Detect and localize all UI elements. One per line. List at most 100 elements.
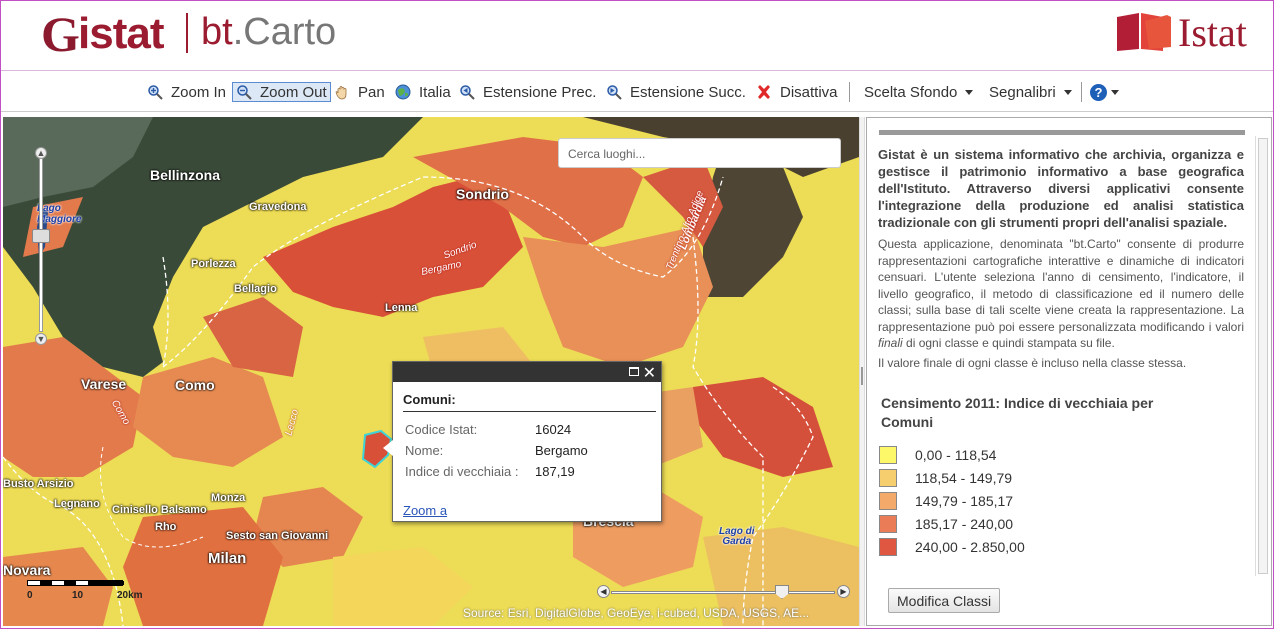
feature-popup: ✕ Comuni: Codice Istat: 16024 Nome: Berg… <box>383 361 662 522</box>
class-note: Il valore finale di ogni classe è inclus… <box>878 356 1187 370</box>
legend-swatch <box>879 492 897 510</box>
legend-label: 185,17 - 240,00 <box>915 516 1014 532</box>
legend-label: 240,00 - 2.850,00 <box>915 539 1025 555</box>
slider-next-icon[interactable]: ▶ <box>837 585 850 598</box>
next-extent-button[interactable]: Estensione Succ. <box>606 82 746 102</box>
map-label-novara: Novara <box>3 562 51 578</box>
map-label-sesto-san-giovanni: Sesto san Giovanni <box>226 530 329 542</box>
gistat-logo-g: G <box>41 6 80 62</box>
next-extent-label: Estensione Succ. <box>630 83 746 101</box>
panel-splitter[interactable] <box>859 117 865 626</box>
scale-bar: 0 10 20km <box>27 580 157 602</box>
next-extent-icon <box>606 84 622 100</box>
map-label-milan: Milan <box>208 550 247 567</box>
map-label-bellinzona: Bellinzona <box>150 167 221 183</box>
help-icon: ? <box>1090 83 1107 101</box>
info-panel: Gistat è un sistema informativo che arch… <box>866 117 1272 626</box>
globe-icon <box>395 84 411 100</box>
legend-item: 185,17 - 240,00 <box>879 515 1013 533</box>
place-search-input[interactable]: Cerca luoghi... <box>558 138 841 168</box>
header: G istat bt.Carto Istat <box>1 1 1273 67</box>
slider-prev-icon[interactable]: ◀ <box>597 585 610 598</box>
italia-button[interactable]: Italia <box>395 82 451 102</box>
map-view[interactable]: Bellinzona Lago Maggiore Gravedona Porle… <box>3 117 859 626</box>
legend-swatch <box>879 538 897 556</box>
zoom-out-button[interactable]: Zoom Out <box>232 82 331 102</box>
btcarto-logo-bt: bt <box>201 11 233 53</box>
deactivate-button[interactable]: Disattiva <box>756 82 838 102</box>
pan-button[interactable]: Pan <box>334 82 385 102</box>
legend-title: Censimento 2011: Indice di vecchiaia per… <box>881 395 1154 430</box>
popup-pointer <box>383 440 393 456</box>
zoom-slider[interactable]: ▲ ▼ <box>31 147 51 345</box>
modify-classes-button[interactable]: Modifica Classi <box>888 588 1001 613</box>
zoom-in-button[interactable]: Zoom In <box>147 82 226 102</box>
help-dropdown[interactable]: ? <box>1090 82 1119 102</box>
popup-title: Comuni: <box>403 392 456 407</box>
close-x-icon <box>756 84 772 100</box>
popup-header: ✕ <box>393 362 661 382</box>
legend-swatch <box>879 469 897 487</box>
toolbar-divider <box>849 82 850 102</box>
map-label-cinisello-balsamo: Cinisello Balsamo <box>112 504 207 516</box>
zoom-out-icon <box>236 84 252 100</box>
popup-field-label: Nome: <box>405 443 444 458</box>
map-label-rho: Rho <box>155 521 177 533</box>
intro-description-part: Questa applicazione, denominata "bt.Cart… <box>878 237 1244 334</box>
intro-description: Questa applicazione, denominata "bt.Cart… <box>878 236 1244 352</box>
map-label-busto-arsizio: Busto Arsizio <box>3 478 74 490</box>
legend-label: 149,79 - 185,17 <box>915 493 1014 509</box>
popup-field-label: Codice Istat: <box>405 422 478 437</box>
splitter-grip-icon[interactable] <box>861 367 863 385</box>
previous-extent-button[interactable]: Estensione Prec. <box>459 82 596 102</box>
intro-description-part: di ogni classe e quindi stampata su file… <box>902 336 1115 350</box>
map-label-bellagio: Bellagio <box>234 283 277 295</box>
map-attribution: Source: Esri, DigitalGlobe, GeoEye, i-cu… <box>463 606 810 620</box>
scale-bar-graphic <box>27 580 124 586</box>
close-icon[interactable]: ✕ <box>643 363 656 383</box>
popup-divider <box>403 411 656 412</box>
legend-label: 0,00 - 118,54 <box>915 447 997 463</box>
popup-field-label: Indice di vecchiaia : <box>405 464 519 479</box>
popup-field-value: Bergamo <box>535 443 588 458</box>
legend-label: 118,54 - 149,79 <box>915 470 1013 486</box>
maximize-icon[interactable] <box>629 367 639 376</box>
gistat-logo-text: istat <box>78 9 164 58</box>
panel-scrollbar[interactable] <box>1255 136 1269 576</box>
popup-zoom-link[interactable]: Zoom a <box>403 503 447 518</box>
map-label-lenna: Lenna <box>385 302 418 314</box>
zoom-slider-plus-icon[interactable]: ▲ <box>35 147 47 159</box>
basemap-dropdown[interactable]: Scelta Sfondo <box>864 82 974 102</box>
legend-item: 240,00 - 2.850,00 <box>879 538 1025 556</box>
deactivate-label: Disattiva <box>780 83 838 101</box>
zoom-slider-track[interactable] <box>39 157 43 332</box>
time-slider-track[interactable] <box>611 591 835 594</box>
basemap-dropdown-label: Scelta Sfondo <box>864 83 958 101</box>
legend-item: 118,54 - 149,79 <box>879 469 1012 487</box>
popup-field-value: 16024 <box>535 422 572 437</box>
zoom-in-label: Zoom In <box>171 83 227 101</box>
panel-scrollbar-thumb[interactable] <box>1258 138 1268 574</box>
map-label-como: Como <box>175 377 215 393</box>
time-slider[interactable]: ◀ ▶ <box>597 585 851 601</box>
zoom-in-icon <box>147 84 163 100</box>
scale-label-10: 10 <box>72 590 84 601</box>
scale-bar-segment <box>40 581 52 585</box>
italia-label: Italia <box>419 83 451 101</box>
pan-label: Pan <box>358 83 385 101</box>
btcarto-logo-carto: .Carto <box>232 11 337 53</box>
previous-extent-label: Estensione Prec. <box>483 83 597 101</box>
zoom-slider-handle[interactable] <box>32 229 50 243</box>
chevron-down-icon <box>1063 89 1072 95</box>
intro-heading: Gistat è un sistema informativo che arch… <box>878 147 1244 230</box>
legend-item: 0,00 - 118,54 <box>879 446 996 464</box>
time-slider-handle[interactable] <box>775 585 789 599</box>
chevron-down-icon <box>1111 89 1119 95</box>
zoom-out-label: Zoom Out <box>260 83 327 101</box>
popup-field-value: 187,19 <box>535 464 575 479</box>
legend-swatch <box>879 515 897 533</box>
scale-bar-segment <box>88 581 124 585</box>
zoom-slider-minus-icon[interactable]: ▼ <box>35 333 47 345</box>
bookmarks-dropdown[interactable]: Segnalibri <box>989 82 1072 102</box>
btcarto-logo: bt.Carto <box>201 11 336 54</box>
